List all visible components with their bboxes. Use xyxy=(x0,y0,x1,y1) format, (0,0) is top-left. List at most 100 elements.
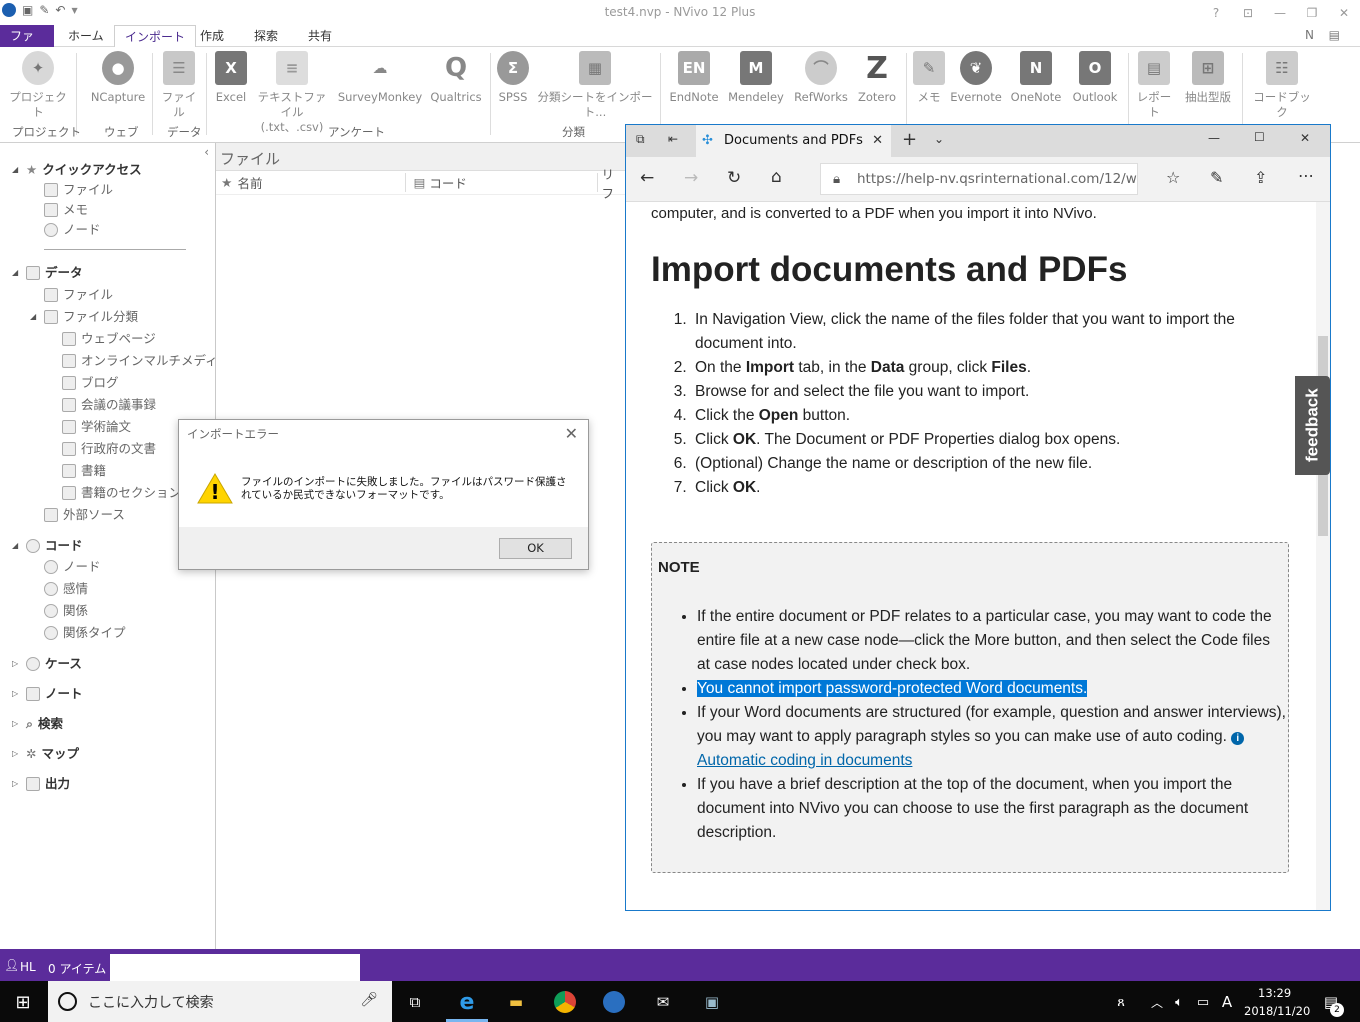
files-button[interactable]: ☰ ファイル xyxy=(158,51,200,120)
microphone-icon[interactable]: 🎤︎ xyxy=(360,992,378,1008)
tab-share[interactable]: 共有 xyxy=(298,25,342,47)
excel-button[interactable]: X Excel xyxy=(212,51,250,105)
tab-file[interactable]: ファイル xyxy=(0,25,54,65)
nav-class-blog[interactable]: ブログ xyxy=(62,373,119,393)
project-button[interactable]: ✦ プロジェクト xyxy=(8,51,68,120)
edge-taskbar-icon[interactable]: e xyxy=(454,989,480,1015)
taskbar-search-box[interactable]: ここに入力して検索 🎤︎ xyxy=(48,981,392,1022)
nav-code-relationship-types[interactable]: 関係タイプ xyxy=(44,623,126,643)
refworks-button[interactable]: ⌒ RefWorks xyxy=(792,51,850,105)
column-codes[interactable]: コード xyxy=(429,173,598,192)
nav-class-government-document[interactable]: 行政府の文書 xyxy=(62,439,156,459)
browser-tab[interactable]: ✣ Documents and PDFs ✕ xyxy=(696,125,891,157)
nav-class-meeting-minutes[interactable]: 会議の議事録 xyxy=(62,395,156,415)
nav-data-files[interactable]: ファイル xyxy=(44,285,113,305)
nav-output[interactable]: ▷ 出力 xyxy=(12,774,70,794)
tab-close-icon[interactable]: ✕ xyxy=(872,125,883,157)
highlighted-text[interactable]: You cannot import password-protected Wor… xyxy=(697,680,1088,697)
qualtrics-button[interactable]: Q Qualtrics xyxy=(428,51,484,105)
nav-file-classifications[interactable]: ◢ ファイル分類 xyxy=(30,307,138,327)
nav-search[interactable]: ▷ ⌕ 検索 xyxy=(12,714,63,734)
nav-codes[interactable]: ◢ コード xyxy=(12,536,83,556)
people-icon[interactable]: ጸ xyxy=(1108,989,1134,1015)
nav-quick-access[interactable]: ◢ ★ クイックアクセス xyxy=(12,160,142,180)
minimize-button[interactable]: — xyxy=(1264,0,1296,25)
nav-data[interactable]: ◢ データ xyxy=(12,263,83,283)
refresh-icon[interactable]: ↻ xyxy=(727,168,741,188)
file-explorer-icon[interactable]: ▬ xyxy=(503,989,529,1015)
nav-qa-files[interactable]: ファイル xyxy=(44,180,113,200)
nav-notes[interactable]: ▷ ノート xyxy=(12,684,83,704)
column-name[interactable]: 名前 xyxy=(238,173,406,192)
share-icon[interactable]: ⇪ xyxy=(1254,168,1267,187)
tab-import[interactable]: インポート xyxy=(114,25,197,48)
nav-class-online-multimedia[interactable]: オンラインマルチメディア xyxy=(62,351,230,371)
set-aside-tabs-icon[interactable]: ⇤ xyxy=(668,132,678,146)
windows-start-icon[interactable]: ⊞ xyxy=(10,989,36,1015)
tab-home[interactable]: ホーム xyxy=(58,25,114,47)
nav-class-journal-article[interactable]: 学術論文 xyxy=(62,417,131,437)
surveymonkey-button[interactable]: ☁ SurveyMonkey xyxy=(338,51,422,105)
forward-icon[interactable]: → xyxy=(684,168,698,188)
outlook-button[interactable]: O Outlook xyxy=(1070,51,1120,105)
network-icon[interactable]: ▭ xyxy=(1190,989,1216,1015)
restore-ribbon-icon[interactable]: ⊡ xyxy=(1232,0,1264,25)
tab-list-chevron-icon[interactable]: ⌄ xyxy=(934,132,944,146)
chrome-icon[interactable] xyxy=(552,989,578,1015)
nav-code-sentiment[interactable]: 感情 xyxy=(44,579,88,599)
text-file-button[interactable]: ≡ テキストファイル (.txt、.csv) xyxy=(254,51,330,135)
new-tab-icon[interactable]: + xyxy=(902,129,917,150)
column-references[interactable]: リフ xyxy=(602,164,626,202)
nav-externals[interactable]: 外部ソース xyxy=(44,505,125,525)
close-button[interactable]: ✕ xyxy=(1328,0,1360,25)
nav-code-relationships[interactable]: 関係 xyxy=(44,601,88,621)
tab-explore[interactable]: 探索 xyxy=(244,25,288,47)
volume-icon[interactable]: 🔈︎ xyxy=(1166,989,1192,1015)
nav-maps[interactable]: ▷ ✲ マップ xyxy=(12,744,79,764)
nav-class-book-section[interactable]: 書籍のセクション xyxy=(62,483,181,503)
back-icon[interactable]: ← xyxy=(640,168,654,188)
mail-icon[interactable]: ✉ xyxy=(650,989,676,1015)
onenote-button[interactable]: N OneNote xyxy=(1008,51,1064,105)
ime-indicator[interactable]: A xyxy=(1214,989,1240,1015)
extract-button[interactable]: ⊞ 抽出型版 xyxy=(1180,51,1236,105)
nav-class-book[interactable]: 書籍 xyxy=(62,461,106,481)
control-panel-icon[interactable]: ▣ xyxy=(699,989,725,1015)
comment-icon[interactable]: ▤ xyxy=(1329,28,1340,42)
url-field[interactable]: 🔒︎ https://help-nv.qsrinternational.com/1… xyxy=(820,163,1138,195)
collapse-nav-icon[interactable]: ‹ xyxy=(204,145,209,159)
favorites-icon[interactable]: ☆ xyxy=(1166,168,1180,187)
help-icon[interactable]: ? xyxy=(1200,0,1232,25)
tab-create[interactable]: 作成 xyxy=(190,25,234,47)
memo-button[interactable]: ✎ メモ xyxy=(910,51,948,105)
task-view-icon[interactable]: ⧉ xyxy=(402,989,428,1015)
tab-preview-icon[interactable]: ⧉ xyxy=(636,132,645,147)
nav-qa-memos[interactable]: メモ xyxy=(44,200,88,220)
clock-time[interactable]: 13:29 xyxy=(1258,986,1291,1000)
status-input[interactable] xyxy=(110,954,360,981)
feedback-button[interactable]: feedback xyxy=(1295,376,1330,475)
automatic-coding-link[interactable]: Automatic coding in documents xyxy=(697,752,912,769)
dialog-close-icon[interactable]: ✕ xyxy=(565,424,578,443)
nav-qa-nodes[interactable]: ノード xyxy=(44,220,101,240)
more-icon[interactable]: ⋯ xyxy=(1298,166,1314,185)
nav-code-nodes[interactable]: ノード xyxy=(44,557,101,577)
onenote-mini-icon[interactable]: N xyxy=(1305,28,1314,42)
zotero-button[interactable]: Z Zotero xyxy=(856,51,898,105)
browser-close-button[interactable]: ✕ xyxy=(1300,131,1310,145)
home-icon[interactable]: ⌂ xyxy=(771,167,782,187)
nvivo-taskbar-icon[interactable] xyxy=(601,989,627,1015)
codebook-button[interactable]: ☷ コードブック xyxy=(1250,51,1314,120)
browser-maximize-button[interactable]: ☐ xyxy=(1254,130,1265,144)
maximize-button[interactable]: ❐ xyxy=(1296,0,1328,25)
browser-minimize-button[interactable]: — xyxy=(1208,131,1220,145)
report-button[interactable]: ▤ レポート xyxy=(1134,51,1174,120)
endnote-button[interactable]: EN EndNote xyxy=(668,51,720,105)
clock-date[interactable]: 2018/11/20 xyxy=(1244,1004,1310,1018)
import-classification-sheet-button[interactable]: ▦ 分類シートをインポート... xyxy=(536,51,654,120)
spss-button[interactable]: Σ SPSS xyxy=(494,51,532,105)
page-scrollbar[interactable] xyxy=(1316,202,1330,910)
nav-cases[interactable]: ▷ ケース xyxy=(12,654,82,674)
pen-icon[interactable]: ✎ xyxy=(1210,168,1223,187)
ncapture-button[interactable]: ● NCapture xyxy=(88,51,148,105)
